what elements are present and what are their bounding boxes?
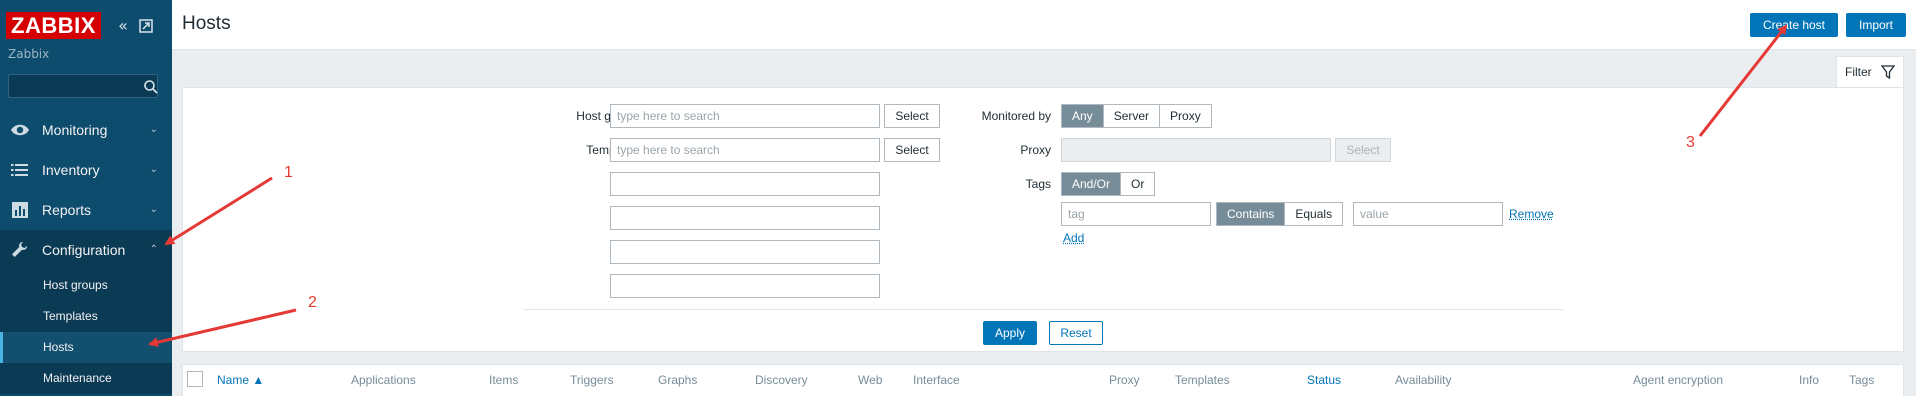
menu-label: Inventory bbox=[42, 162, 100, 178]
list-icon bbox=[11, 164, 28, 176]
column-items: Items bbox=[489, 373, 519, 387]
port-input[interactable] bbox=[610, 274, 880, 298]
annotation-label-2: 2 bbox=[308, 294, 317, 311]
monitored-by-any[interactable]: Any bbox=[1062, 105, 1104, 127]
tag-value-input[interactable]: value bbox=[1353, 202, 1503, 226]
eye-icon bbox=[11, 124, 29, 136]
column-status[interactable]: Status bbox=[1307, 373, 1341, 387]
collapse-sidebar-icon[interactable]: « bbox=[114, 18, 132, 36]
chevron-up-icon: ⌃ bbox=[149, 244, 158, 255]
chevron-down-icon: ⌄ bbox=[149, 164, 158, 175]
templates-input[interactable]: type here to search bbox=[610, 138, 880, 162]
select-all-checkbox[interactable] bbox=[187, 371, 203, 387]
menu-item-configuration[interactable]: Configuration ⌃ bbox=[0, 230, 172, 270]
configuration-submenu: Host groups Templates Hosts Maintenance bbox=[0, 270, 172, 394]
search-icon[interactable] bbox=[143, 79, 159, 95]
sidebar: ZABBIX « Zabbix Monitoring ⌄ Inventory ⌄… bbox=[0, 0, 172, 396]
column-agent-encryption: Agent encryption bbox=[1633, 373, 1724, 387]
tag-input[interactable]: tag bbox=[1061, 202, 1211, 226]
submenu-item-hosts[interactable]: Hosts bbox=[0, 332, 172, 363]
proxy-label: Proxy bbox=[1020, 143, 1051, 157]
submenu-item-templates[interactable]: Templates bbox=[0, 301, 172, 332]
column-triggers: Triggers bbox=[570, 373, 614, 387]
tag-operator-toggle: Contains Equals bbox=[1216, 202, 1344, 226]
apply-button[interactable]: Apply bbox=[983, 321, 1037, 345]
zabbix-logo[interactable]: ZABBIX bbox=[6, 12, 101, 39]
templates-select-button[interactable]: Select bbox=[884, 138, 940, 162]
chevron-down-icon: ⌄ bbox=[149, 204, 158, 215]
column-availability: Availability bbox=[1395, 373, 1452, 387]
filter-tab[interactable]: Filter bbox=[1836, 56, 1904, 88]
column-graphs: Graphs bbox=[658, 373, 698, 387]
menu-item-inventory[interactable]: Inventory ⌄ bbox=[0, 150, 172, 190]
column-interface: Interface bbox=[913, 373, 960, 387]
tags-logic-toggle: And/Or Or bbox=[1061, 172, 1156, 196]
menu-item-reports[interactable]: Reports ⌄ bbox=[0, 190, 172, 230]
name-input[interactable] bbox=[610, 172, 880, 196]
dns-input[interactable] bbox=[610, 206, 880, 230]
filter-icon bbox=[1881, 65, 1895, 79]
submenu-item-host-groups[interactable]: Host groups bbox=[0, 270, 172, 301]
menu-item-monitoring[interactable]: Monitoring ⌄ bbox=[0, 110, 172, 150]
monitored-by-proxy[interactable]: Proxy bbox=[1160, 105, 1211, 127]
add-tag-link[interactable]: Add bbox=[1063, 231, 1084, 245]
tags-label: Tags bbox=[1025, 177, 1051, 191]
column-tags: Tags bbox=[1849, 373, 1875, 387]
kiosk-mode-icon[interactable] bbox=[138, 18, 154, 34]
logo-row: ZABBIX « bbox=[6, 8, 166, 40]
import-button[interactable]: Import bbox=[1846, 13, 1906, 37]
filter-tab-label: Filter bbox=[1845, 65, 1872, 79]
menu-label: Reports bbox=[42, 202, 92, 218]
annotation-label-3: 3 bbox=[1686, 134, 1695, 151]
filter-divider bbox=[523, 309, 1563, 310]
column-info: Info bbox=[1799, 373, 1820, 387]
page-header: Hosts Create host Import bbox=[172, 0, 1916, 50]
column-web: Web bbox=[858, 373, 883, 387]
filter-panel: Host groups type here to search Select T… bbox=[182, 87, 1904, 352]
column-name[interactable]: Name ▲ bbox=[217, 373, 264, 387]
remove-tag-link[interactable]: Remove bbox=[1509, 207, 1554, 221]
submenu-item-maintenance[interactable]: Maintenance bbox=[0, 363, 172, 394]
column-discovery: Discovery bbox=[755, 373, 808, 387]
host-groups-input[interactable]: type here to search bbox=[610, 104, 880, 128]
column-applications: Applications bbox=[351, 373, 416, 387]
column-proxy: Proxy bbox=[1109, 373, 1140, 387]
reset-button[interactable]: Reset bbox=[1049, 321, 1103, 345]
tags-and-or[interactable]: And/Or bbox=[1062, 173, 1122, 195]
proxy-input bbox=[1061, 138, 1331, 162]
operator-contains[interactable]: Contains bbox=[1217, 203, 1286, 225]
monitored-by-toggle: Any Server Proxy bbox=[1061, 104, 1212, 128]
column-templates: Templates bbox=[1175, 373, 1230, 387]
main-menu: Monitoring ⌄ Inventory ⌄ Reports ⌄ Confi… bbox=[0, 110, 172, 394]
hosts-table-header: Name ▲ Applications Items Triggers Graph… bbox=[182, 364, 1904, 396]
create-host-button[interactable]: Create host bbox=[1750, 13, 1838, 37]
host-groups-select-button[interactable]: Select bbox=[884, 104, 940, 128]
ip-input[interactable] bbox=[610, 240, 880, 264]
operator-equals[interactable]: Equals bbox=[1285, 203, 1343, 225]
menu-label: Configuration bbox=[42, 242, 126, 258]
server-name: Zabbix bbox=[8, 47, 50, 61]
sidebar-search-input[interactable] bbox=[8, 74, 158, 98]
wrench-icon bbox=[12, 242, 27, 257]
proxy-select-button: Select bbox=[1335, 138, 1391, 162]
chevron-down-icon: ⌄ bbox=[149, 124, 158, 135]
page-title: Hosts bbox=[182, 13, 231, 34]
menu-label: Monitoring bbox=[42, 122, 108, 138]
monitored-by-label: Monitored by bbox=[981, 109, 1051, 123]
annotation-label-1: 1 bbox=[284, 164, 293, 181]
chart-icon bbox=[12, 202, 28, 218]
monitored-by-server[interactable]: Server bbox=[1103, 105, 1161, 127]
tags-or[interactable]: Or bbox=[1121, 173, 1155, 195]
